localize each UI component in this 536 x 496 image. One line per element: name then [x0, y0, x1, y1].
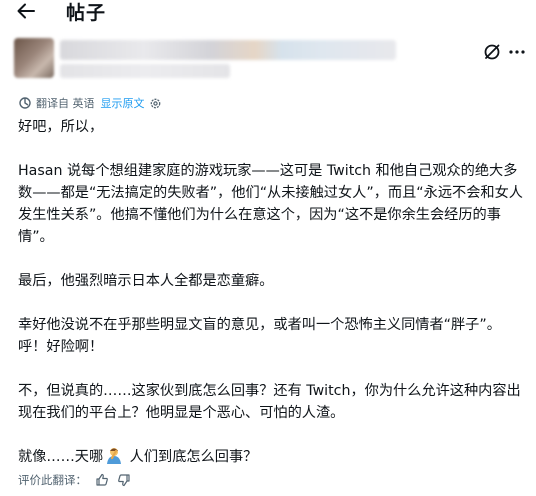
header-bar: 帖子 [0, 0, 536, 30]
post-text-after-emoji: 人们到底怎么回事？ [125, 449, 258, 465]
rate-translation: 评价此翻译： [18, 470, 131, 490]
back-arrow-icon[interactable] [14, 0, 38, 22]
translation-info: 翻译自 英语 显示原文 [18, 95, 162, 111]
translation-label: 翻译自 英语 [36, 97, 95, 110]
person-facepalming-emoji [107, 448, 122, 464]
post-paragraph: 幸好他没说不在乎那些明显文盲的意见，或者叫一个恐怖主义同情者“胖子”。呼！好险啊… [18, 317, 501, 355]
post-paragraph: Hasan 说每个想组建家庭的游戏玩家——这可是 Twitch 和他自己观众的绝… [18, 163, 523, 245]
avatar[interactable] [14, 38, 54, 78]
gear-icon[interactable] [149, 97, 162, 110]
post-paragraph: 不，但说真的……这家伙到底怎么回事？还有 Twitch，你为什么允许这种内容出现… [18, 383, 521, 421]
thumb-up-icon[interactable] [95, 473, 109, 487]
more-icon[interactable] [508, 42, 526, 62]
grok-icon[interactable] [482, 42, 502, 62]
rate-label: 评价此翻译： [18, 473, 87, 487]
show-original-link[interactable]: 显示原文 [101, 95, 145, 111]
post-text-before-emoji: 就像……天哪 [18, 449, 104, 465]
display-name-redacted[interactable] [60, 40, 396, 60]
user-handle-redacted[interactable] [60, 64, 230, 78]
thumb-down-icon[interactable] [117, 473, 131, 487]
page-title: 帖子 [66, 2, 107, 24]
translate-icon [19, 97, 31, 109]
post-text: 好吧，所以， Hasan 说每个想组建家庭的游戏玩家——这可是 Twitch 和… [18, 116, 528, 468]
post-paragraph: 最后，他强烈暗示日本人全都是恋童癖。 [18, 273, 274, 289]
post-paragraph-last: 就像……天哪 人们到底怎么回事？ [18, 446, 528, 468]
post-paragraph: 好吧，所以， [18, 119, 104, 135]
